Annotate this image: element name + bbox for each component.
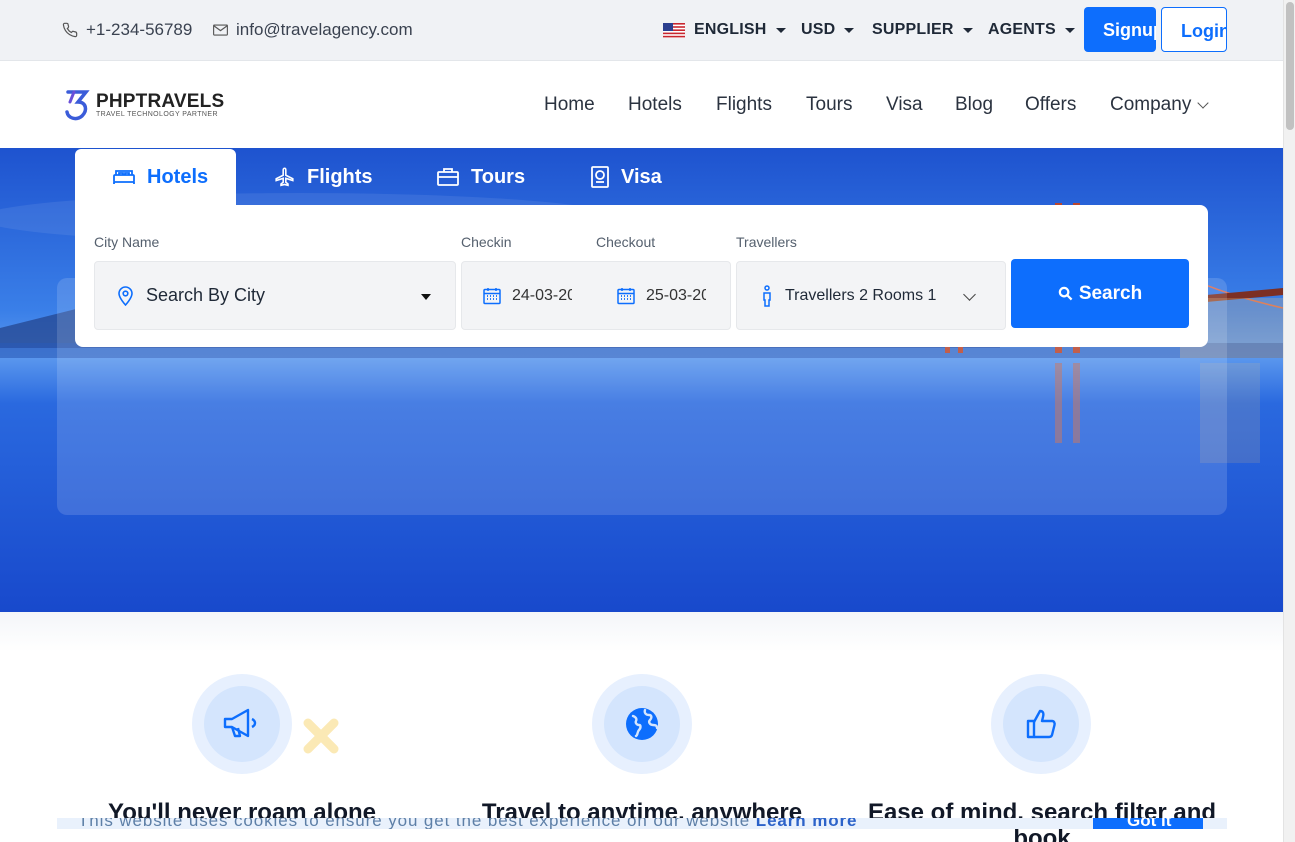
cookie-accept-label: Got it [1127, 818, 1172, 829]
location-pin-icon [118, 285, 133, 306]
nav-flights[interactable]: Flights [716, 94, 772, 116]
email-address: info@travelagency.com [236, 20, 413, 39]
language-dropdown[interactable]: ENGLISH [663, 21, 786, 39]
scrollbar-thumb[interactable] [1286, 2, 1294, 130]
phone-number: +1-234-56789 [86, 20, 193, 39]
travellers-dropdown[interactable]: Travellers 2 Rooms 1 [736, 261, 1006, 330]
cookie-accept-button[interactable]: Got it [1093, 818, 1203, 829]
supplier-dropdown[interactable]: SUPPLIER [872, 21, 973, 39]
city-value: Search By City [146, 285, 266, 305]
caret-down-icon [1064, 27, 1075, 33]
learn-more-link[interactable]: Learn more [756, 818, 858, 829]
logo-mark-icon [65, 90, 90, 121]
email-contact[interactable]: info@travelagency.com [213, 20, 413, 40]
agents-label: AGENTS [988, 21, 1056, 38]
chevron-down-icon [1197, 97, 1209, 109]
nav-hotels[interactable]: Hotels [628, 94, 682, 116]
checkout-input[interactable]: 25-03-2024 [617, 287, 706, 305]
feature-icon-circle [991, 674, 1091, 774]
currency-label: USD [801, 21, 836, 38]
main-header: PHPTRAVELS TRAVEL TECHNOLOGY PARTNER Hom… [0, 61, 1283, 148]
logo-tagline: TRAVEL TECHNOLOGY PARTNER [96, 110, 218, 118]
tab-tours-label: Tours [471, 165, 526, 188]
tab-hotels-label: Hotels [147, 165, 209, 188]
language-label: ENGLISH [694, 21, 767, 38]
tab-visa[interactable]: Visa [591, 149, 662, 205]
travellers-value: Travellers 2 Rooms 1 [785, 286, 937, 304]
bed-icon [113, 170, 135, 184]
city-label: City Name [94, 234, 160, 250]
phone-icon [62, 22, 78, 38]
search-button-label: Search [1078, 282, 1143, 304]
login-button[interactable]: Login [1161, 7, 1227, 52]
feature-icon-circle [592, 674, 692, 774]
person-icon [763, 284, 771, 307]
chevron-down-icon [963, 288, 976, 301]
tab-flights[interactable]: Flights [274, 149, 373, 205]
caret-down-icon [421, 294, 431, 300]
checkin-input[interactable]: 24-03-2024 [483, 287, 572, 305]
caret-down-icon [962, 27, 973, 33]
city-select[interactable]: Search By City [94, 261, 456, 330]
caret-down-icon [844, 27, 855, 33]
checkout-label: Checkout [596, 234, 656, 250]
close-x-icon [303, 718, 339, 754]
nav-company-label: Company [1110, 94, 1192, 115]
tab-flights-label: Flights [307, 165, 373, 188]
feature-icon-circle [192, 674, 292, 774]
nav-visa[interactable]: Visa [886, 94, 923, 116]
signup-button[interactable]: Signup [1084, 7, 1156, 52]
calendar-icon [483, 287, 501, 304]
search-icon [1058, 286, 1073, 301]
airplane-icon [275, 167, 294, 187]
thumbs-up-icon [1026, 709, 1056, 739]
page-scrollbar[interactable] [1283, 0, 1295, 842]
cookie-text: This website uses cookies to ensure you … [78, 818, 751, 829]
cookie-banner: This website uses cookies to ensure you … [57, 818, 1227, 829]
top-bar: +1-234-56789 info@travelagency.com ENGLI… [0, 0, 1283, 61]
tab-tours[interactable]: Tours [437, 149, 525, 205]
search-button[interactable]: Search [1011, 259, 1189, 328]
mail-icon [213, 24, 228, 36]
tab-hotels[interactable]: Hotels [75, 149, 236, 205]
checkin-value: 24-03-2024 [512, 286, 572, 304]
us-flag-icon [663, 22, 685, 38]
logo-name: PHPTRAVELS [96, 90, 225, 112]
nav-home[interactable]: Home [544, 94, 595, 116]
date-range-field: 24-03-2024 25-03-2024 [461, 261, 731, 330]
tab-visa-label: Visa [621, 165, 662, 188]
phone-contact[interactable]: +1-234-56789 [62, 20, 192, 40]
nav-company[interactable]: Company [1110, 94, 1209, 116]
briefcase-icon [437, 168, 459, 186]
supplier-label: SUPPLIER [872, 21, 954, 38]
nav-blog[interactable]: Blog [955, 94, 993, 116]
checkout-value: 25-03-2024 [646, 286, 706, 304]
currency-dropdown[interactable]: USD [801, 21, 855, 39]
logo[interactable]: PHPTRAVELS TRAVEL TECHNOLOGY PARTNER [64, 88, 224, 122]
megaphone-icon [223, 708, 257, 738]
globe-icon [626, 708, 659, 740]
nav-offers[interactable]: Offers [1025, 94, 1076, 116]
calendar-icon [617, 287, 635, 304]
checkin-label: Checkin [461, 234, 512, 250]
travellers-label: Travellers [736, 234, 797, 250]
agents-dropdown[interactable]: AGENTS [988, 21, 1075, 39]
caret-down-icon [775, 27, 786, 33]
cookie-message: This website uses cookies to ensure you … [78, 818, 857, 829]
passport-icon [591, 166, 609, 188]
nav-tours[interactable]: Tours [806, 94, 852, 116]
